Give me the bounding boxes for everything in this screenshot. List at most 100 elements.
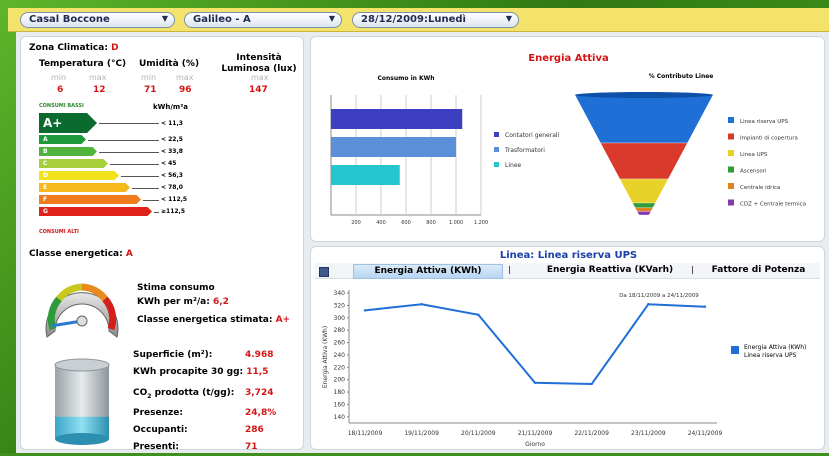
funnel-legend-label: Impianti di copertura	[740, 136, 798, 142]
line-x-tick-label: 19/11/2009	[404, 430, 439, 437]
low-consumption-caption: CONSUMI BASSI	[39, 103, 84, 109]
energy-class-e: E	[39, 183, 130, 192]
line-y-tick-label: 180	[334, 389, 346, 396]
temperature-label: Temperatura (°C)	[39, 59, 127, 69]
consumption-gauge-icon	[45, 283, 119, 338]
line-x-tick-label: 18/11/2009	[348, 430, 383, 437]
funnel-legend-swatch	[728, 117, 734, 123]
energy-class-connector	[110, 163, 159, 165]
estimate-kwh-value: 6,2	[212, 297, 229, 307]
hum-min-value: 71	[144, 85, 157, 95]
hum-min-label: min	[141, 73, 157, 82]
energy-class-connector	[154, 211, 159, 213]
energy-class-connector	[88, 139, 159, 141]
presence-row: Presenze: 24,8%	[133, 405, 276, 422]
date-select[interactable]: 28/12/2009:Lunedì ▼	[352, 12, 519, 28]
temp-max-value: 12	[93, 85, 106, 95]
building-select-value: Galileo - A	[193, 14, 251, 25]
active-energy-panel: Energia Attiva Consumo in KWh % Contribu…	[310, 36, 825, 242]
line-y-tick-label: 220	[334, 364, 346, 371]
energy-class-d: D	[39, 171, 119, 180]
site-select[interactable]: Casal Boccone ▼	[20, 12, 175, 28]
co2-row: CO2 prodotta (t/gg): 3,724	[133, 385, 273, 405]
energy-class-connector	[132, 187, 159, 189]
line-y-tick-label: 140	[334, 414, 346, 421]
present-row: Presenti: 71	[133, 439, 268, 456]
line-y-tick-label: 260	[334, 340, 346, 347]
zone-label: Zona Climatica: D	[29, 43, 119, 53]
energy-class-a-plus: A+	[39, 113, 97, 133]
funnel-legend-label: Linea UPS	[740, 152, 768, 158]
line-y-tick-label: 340	[334, 290, 346, 297]
occupants-row: Occupanti: 286	[133, 422, 268, 439]
chevron-down-icon: ▼	[328, 14, 335, 23]
humidity-label: Umidità (%)	[139, 59, 200, 69]
line-x-tick-label: 20/11/2009	[461, 430, 496, 437]
funnel-slice-1	[600, 142, 688, 180]
funnel-legend-label: Linea riserva UPS	[740, 119, 789, 125]
line-point-0	[363, 309, 367, 312]
energy-class-label: Classe energetica: A	[29, 249, 133, 259]
legend-swatch	[731, 346, 739, 354]
line-legend: Energia Attiva (KWh) Linea riserva UPS	[744, 344, 807, 359]
funnel-legend-swatch	[728, 150, 734, 156]
funnel-top	[575, 92, 713, 98]
energy-class-c: C	[39, 159, 108, 168]
line-y-tick-label: 200	[334, 377, 346, 384]
energy-class-a: A	[39, 135, 86, 144]
site-select-value: Casal Boccone	[29, 14, 110, 25]
funnel-legend-label: CDZ + Centrale termica	[740, 202, 806, 208]
funnel-slice-0	[574, 94, 714, 144]
line-point-2	[477, 313, 480, 316]
kwh-percapita-row: KWh procapite 30 gg: 11,5	[133, 364, 268, 381]
kwh-percapita-label: KWh procapite 30 gg:	[133, 367, 244, 377]
statistics-list: Superficie (m²): 4.968 KWh procapite 30 g…	[133, 347, 276, 456]
chevron-down-icon: ▼	[161, 14, 168, 23]
line-detail-panel: Linea: Linea riserva UPS Energia Attiva …	[310, 246, 825, 450]
toolbar: Casal Boccone ▼ Galileo - A ▼ 28/12/2009:L…	[8, 8, 829, 32]
dashboard: Zona Climatica: D Temperatura (°C) Umidi…	[16, 32, 829, 453]
hum-max-value: 96	[179, 85, 192, 95]
line-x-tick-label: 23/11/2009	[631, 430, 666, 437]
estimate-kwh-row: KWh per m²/a: 6,2	[137, 297, 229, 307]
energy-class-connector	[99, 151, 159, 153]
energy-class-threshold: ≥112,5	[161, 208, 186, 215]
present-value: 71	[245, 441, 258, 452]
lux-label: Intensità Luminosa (lux)	[221, 53, 297, 74]
energy-class-threshold: < 11,3	[161, 120, 183, 127]
funnel-legend-label: Centrale idrica	[740, 185, 780, 191]
estimated-class-value: A+	[275, 315, 291, 325]
energy-unit-label: kWh/m²a	[153, 103, 188, 111]
energy-class-threshold: < 112,5	[161, 196, 188, 203]
surface-value: 4.968	[245, 350, 274, 360]
line-point-1	[420, 303, 423, 306]
line-point-6	[703, 305, 707, 308]
occupants-value: 286	[245, 424, 264, 435]
contribution-funnel-chart: Linea riserva UPS Impianti di copertura Li…	[574, 92, 806, 216]
energy-class-threshold: < 45	[161, 160, 177, 167]
estimate-label: Stima consumo	[137, 283, 215, 293]
energy-class-g: G	[39, 207, 152, 216]
funnel-slice-5	[636, 211, 652, 216]
funnel-slice-2	[619, 178, 669, 204]
funnel-slice-3	[632, 202, 656, 208]
line-annotation: Da 18/11/2009 a 24/11/2009	[619, 293, 699, 299]
estimated-class-row: Classe energetica stimata: A+	[137, 315, 291, 325]
surface-label: Superficie (m²):	[133, 350, 213, 360]
funnel-legend-label: Ascensori	[740, 169, 767, 175]
funnel-legend-swatch	[728, 183, 734, 189]
high-consumption-caption: CONSUMI ALTI	[39, 229, 79, 235]
line-y-tick-label: 320	[334, 302, 346, 309]
line-x-tick-label: 24/11/2009	[688, 430, 723, 437]
funnel-slice-4	[634, 207, 654, 212]
energy-class-threshold: < 56,3	[161, 172, 183, 179]
presence-value: 24,8%	[245, 407, 277, 418]
date-select-value: 28/12/2009:Lunedì	[361, 14, 466, 25]
zone-value: D	[111, 43, 119, 53]
line-x-axis-label: Giorno	[525, 441, 545, 448]
energy-class-connector	[143, 199, 159, 201]
funnel-legend-swatch	[728, 133, 734, 140]
line-y-axis-label: Energia Attiva (KWh)	[322, 326, 329, 388]
building-select[interactable]: Galileo - A ▼	[184, 12, 342, 28]
energy-class-value: A	[125, 249, 133, 259]
